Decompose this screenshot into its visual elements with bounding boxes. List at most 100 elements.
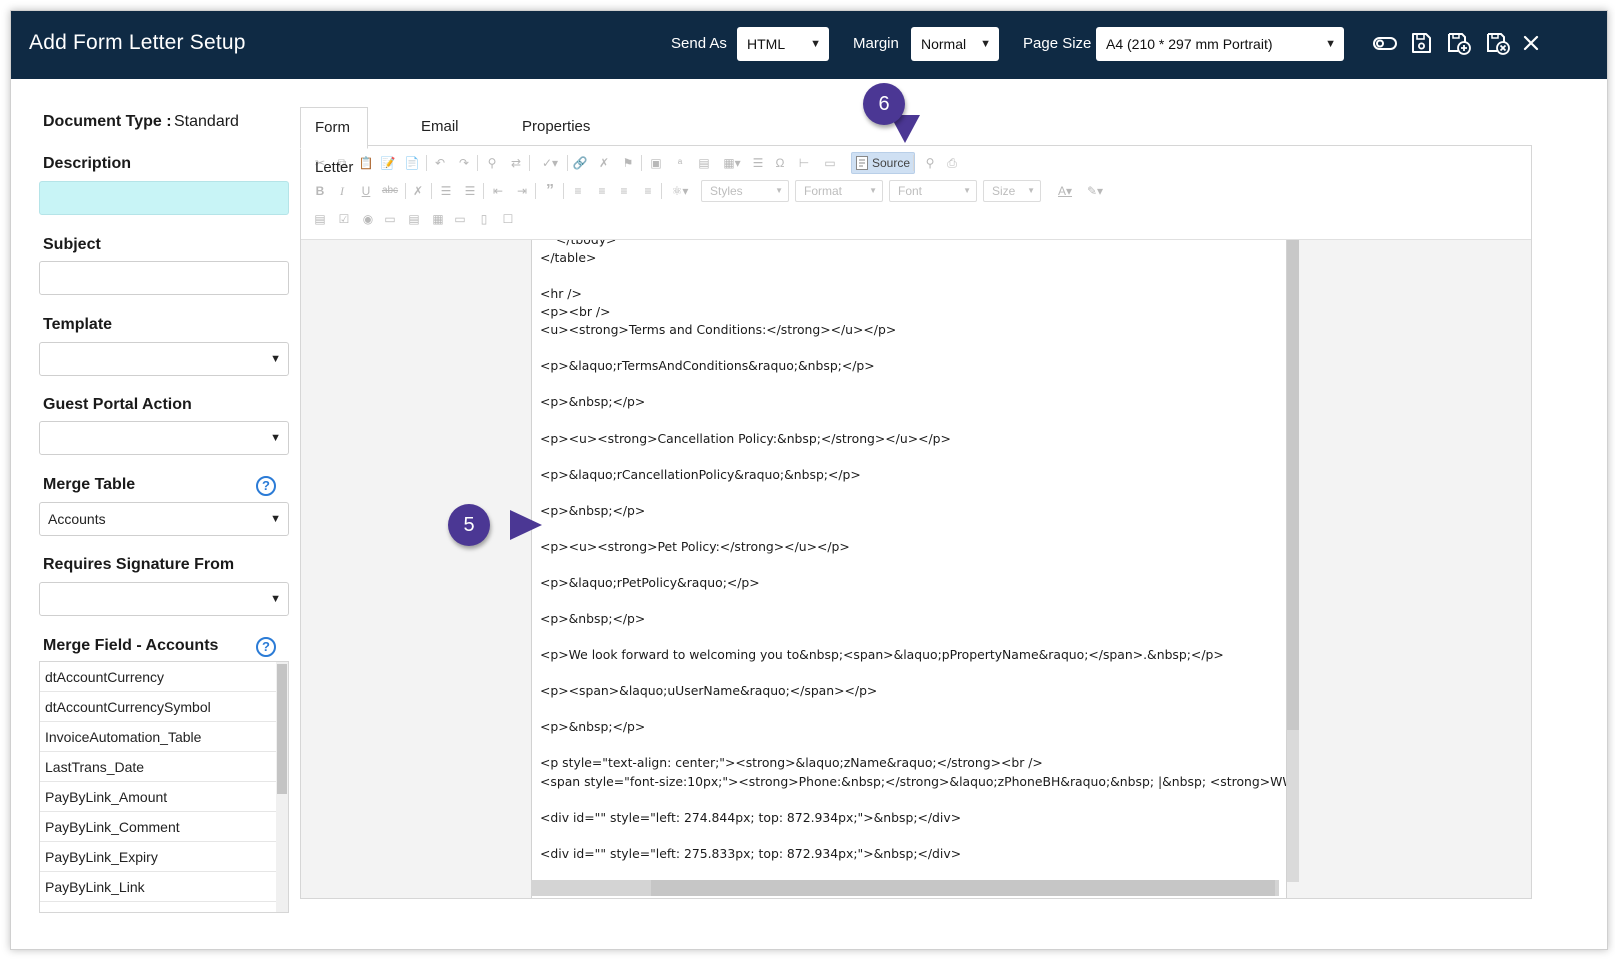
- spellcheck-icon[interactable]: ✓▾: [537, 154, 563, 172]
- form-icon[interactable]: ▤: [311, 210, 329, 228]
- code-line: </table>: [540, 250, 597, 266]
- print-icon[interactable]: ⎙: [943, 154, 961, 172]
- underline-icon[interactable]: U: [357, 182, 375, 200]
- callout-marker-6: 6: [863, 83, 920, 145]
- blockquote-icon[interactable]: ”: [541, 182, 559, 200]
- subject-label: Subject: [43, 236, 101, 253]
- template-label: Template: [43, 316, 113, 333]
- save-new-icon[interactable]: [1445, 29, 1473, 57]
- tab-form-letter[interactable]: Form Letter: [300, 107, 369, 176]
- hidden-field-icon[interactable]: ☐: [499, 210, 517, 228]
- send-as-select[interactable]: HTML ▼: [737, 27, 829, 61]
- checkbox-icon[interactable]: ☑: [335, 210, 353, 228]
- merge-table-help-icon[interactable]: ?: [256, 476, 276, 496]
- align-left-icon[interactable]: ≡: [569, 182, 587, 200]
- format-combo[interactable]: Format ▼: [795, 180, 883, 202]
- subject-input[interactable]: [39, 261, 289, 295]
- anchor-icon[interactable]: ⚑: [619, 154, 637, 172]
- list-item[interactable]: InvoiceAutomation_Table: [40, 722, 278, 752]
- scrollbar-thumb[interactable]: [1287, 240, 1299, 730]
- margin-select[interactable]: Normal ▼: [911, 27, 999, 61]
- find-icon[interactable]: ⚲: [483, 154, 501, 172]
- align-center-icon[interactable]: ≡: [593, 182, 611, 200]
- select-icon[interactable]: ▦: [429, 210, 447, 228]
- template-select[interactable]: ▼: [39, 342, 289, 376]
- description-input[interactable]: [39, 181, 289, 215]
- image-button-icon[interactable]: ▯: [475, 210, 493, 228]
- paste-word-icon[interactable]: 📄: [403, 154, 421, 172]
- indent-icon[interactable]: ⇥: [513, 182, 531, 200]
- merge-field-help-icon[interactable]: ?: [256, 637, 276, 657]
- list-item[interactable]: PayByLink_Link: [40, 872, 278, 902]
- strikethrough-icon[interactable]: abc: [379, 182, 401, 200]
- toolbar-divider: [405, 183, 406, 199]
- align-right-icon[interactable]: ≡: [615, 182, 633, 200]
- outdent-icon[interactable]: ⇤: [489, 182, 507, 200]
- list-item[interactable]: dtAccountCurrency: [40, 662, 278, 692]
- list-item[interactable]: PayByLink_Comment: [40, 812, 278, 842]
- abbr-icon[interactable]: ᵃ: [671, 154, 689, 172]
- horizontal-rule-icon[interactable]: ☰: [749, 154, 767, 172]
- list-item[interactable]: PayByLink_Expiry: [40, 842, 278, 872]
- bulleted-list-icon[interactable]: ☰: [461, 182, 479, 200]
- merge-field-scrollbar[interactable]: [276, 662, 288, 912]
- merge-table-select[interactable]: Accounts ▼: [39, 502, 289, 536]
- table-icon[interactable]: ▦▾: [719, 154, 745, 172]
- undo-icon[interactable]: ↶: [431, 154, 449, 172]
- page-size-select[interactable]: A4 (210 * 297 mm Portrait) ▼: [1096, 27, 1344, 61]
- guest-portal-action-select[interactable]: ▼: [39, 421, 289, 455]
- text-color-icon[interactable]: A▾: [1053, 182, 1077, 200]
- toolbar-divider: [529, 155, 530, 171]
- special-char-icon[interactable]: Ω: [771, 154, 789, 172]
- code-line: <p>&laquo;rPetPolicy&raquo;</p>: [540, 574, 760, 590]
- iframe-icon[interactable]: ▭: [821, 154, 839, 172]
- font-label: Font: [898, 184, 923, 198]
- link-icon[interactable]: 🔗: [571, 154, 589, 172]
- list-item[interactable]: PayByLink_Amount: [40, 782, 278, 812]
- tab-properties[interactable]: Properties: [508, 107, 604, 149]
- code-line: <p><u><strong>Cancellation Policy:&nbsp;…: [540, 430, 951, 446]
- toolbar-divider: [431, 183, 432, 199]
- replace-icon[interactable]: ⇄: [507, 154, 525, 172]
- redo-icon[interactable]: ↷: [455, 154, 473, 172]
- background-color-icon[interactable]: ✎▾: [1083, 182, 1107, 200]
- font-combo[interactable]: Font ▼: [889, 180, 977, 202]
- numbered-list-icon[interactable]: ☰: [437, 182, 455, 200]
- page-break-icon[interactable]: ⊢: [795, 154, 813, 172]
- button-icon[interactable]: ▭: [451, 210, 469, 228]
- radio-icon[interactable]: ◉: [359, 210, 377, 228]
- close-icon[interactable]: [1517, 29, 1545, 57]
- unlink-icon[interactable]: ✗: [595, 154, 613, 172]
- paste-text-icon[interactable]: 📝: [379, 154, 397, 172]
- size-combo[interactable]: Size ▼: [983, 180, 1041, 202]
- save-icon[interactable]: [1407, 29, 1435, 57]
- vertical-scrollbar[interactable]: [1287, 240, 1299, 882]
- preview-icon[interactable]: ⚲: [921, 154, 939, 172]
- styles-combo[interactable]: Styles ▼: [701, 180, 789, 202]
- chevron-down-icon: ▼: [810, 38, 821, 50]
- paste-icon[interactable]: 📋: [357, 154, 375, 172]
- source-code-area[interactable]: </tbody> </table> <hr /> <p><br /> <u><stron…: [531, 240, 1287, 898]
- textfield-icon[interactable]: ▭: [381, 210, 399, 228]
- image-icon[interactable]: ▣: [647, 154, 665, 172]
- marker-6-label: 6: [863, 83, 905, 125]
- image-alt-icon[interactable]: ▤: [695, 154, 713, 172]
- save-close-icon[interactable]: [1484, 29, 1512, 57]
- textarea-icon[interactable]: ▤: [405, 210, 423, 228]
- scrollbar-thumb[interactable]: [651, 880, 1275, 896]
- code-line: <p>&nbsp;</p>: [540, 719, 646, 735]
- remove-format-icon[interactable]: ✗: [409, 182, 427, 200]
- code-line: <div id="" style="left: 274.844px; top: …: [540, 809, 962, 825]
- source-button[interactable]: Source: [851, 152, 916, 174]
- requires-signature-select[interactable]: ▼: [39, 582, 289, 616]
- horizontal-scrollbar[interactable]: [531, 880, 1279, 896]
- tab-email-body[interactable]: Email Body: [407, 107, 473, 175]
- align-justify-icon[interactable]: ≡: [639, 182, 657, 200]
- toolbar-divider: [426, 155, 427, 171]
- scrollbar-thumb[interactable]: [277, 664, 287, 794]
- language-icon[interactable]: ⚛▾: [667, 182, 693, 200]
- list-item[interactable]: LastTrans_Date: [40, 752, 278, 782]
- merge-table-value: Accounts: [48, 511, 106, 527]
- list-item[interactable]: dtAccountCurrencySymbol: [40, 692, 278, 722]
- toggle-icon[interactable]: [1371, 29, 1399, 57]
